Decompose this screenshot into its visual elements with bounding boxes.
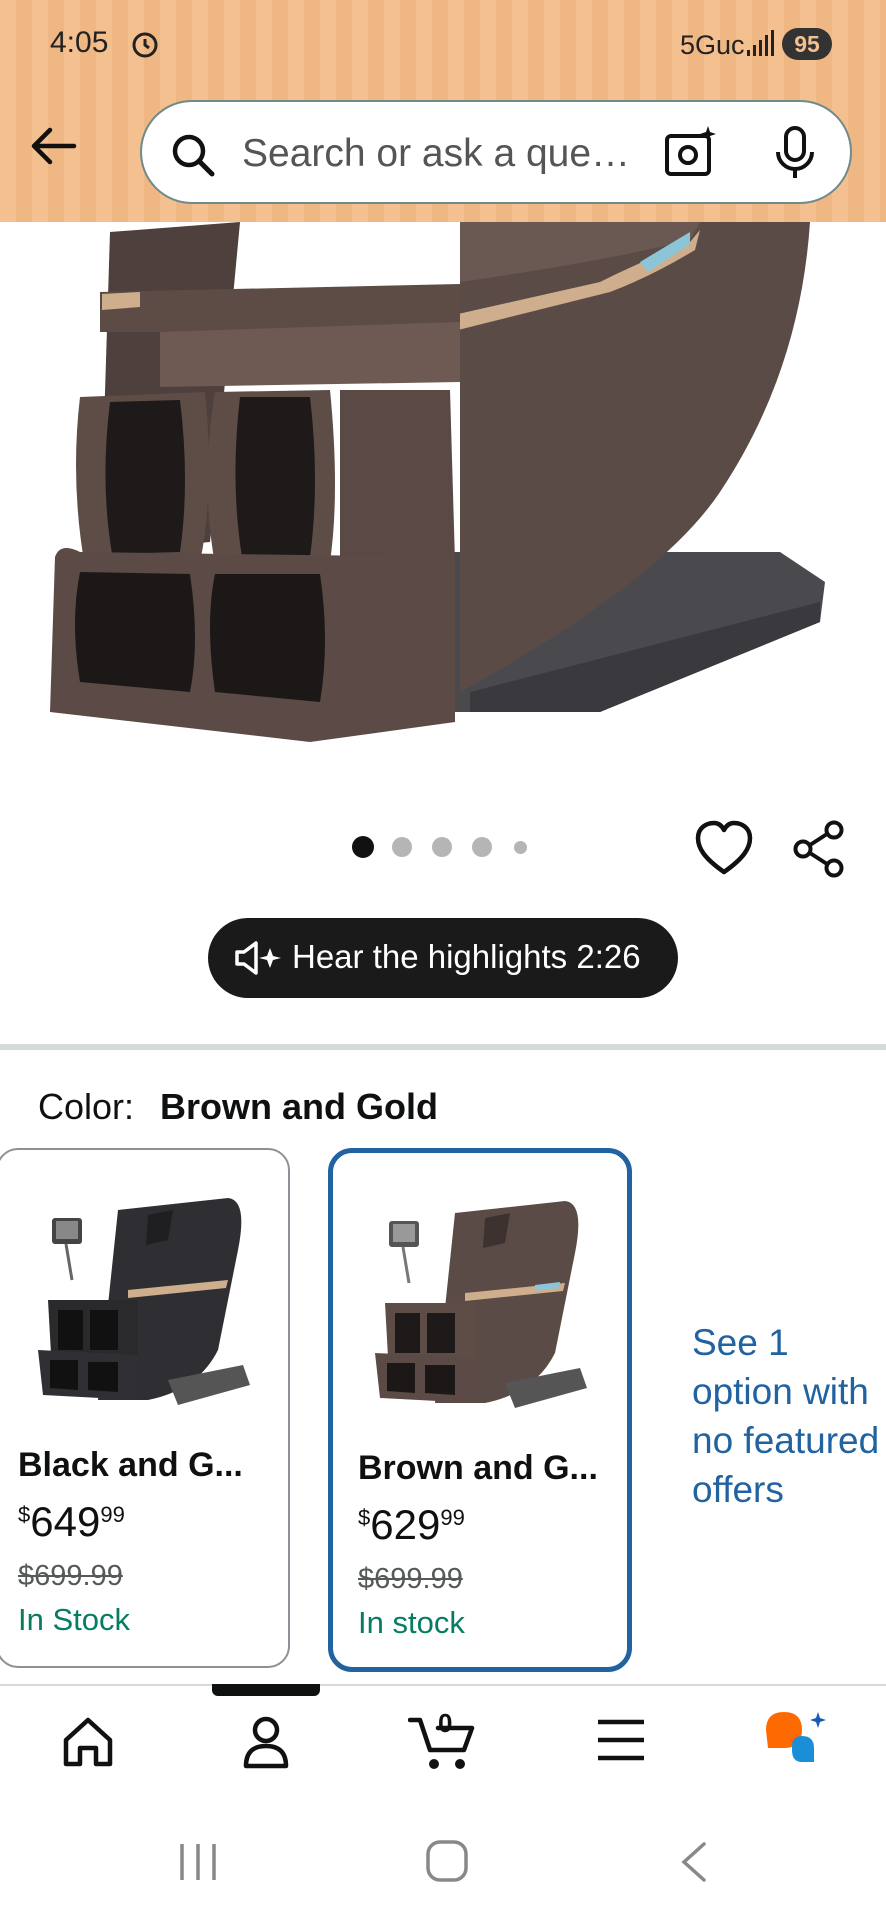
option-price: $62999 — [358, 1501, 465, 1549]
stock-status: In Stock — [18, 1602, 130, 1637]
signal-icon — [747, 30, 774, 56]
back-arrow-icon[interactable] — [26, 118, 82, 174]
cart-count: 0 — [438, 1708, 453, 1738]
gallery-dot[interactable] — [514, 841, 527, 854]
price-dollars: 649 — [30, 1498, 101, 1545]
system-back-icon[interactable] — [676, 1840, 712, 1884]
gallery-dot[interactable] — [392, 837, 412, 857]
recent-apps-icon[interactable] — [176, 1840, 220, 1884]
see-more-options-link[interactable]: See 1 option with no featured offers — [692, 1318, 886, 1514]
currency-symbol: $ — [358, 1505, 371, 1530]
microphone-icon[interactable] — [772, 124, 818, 184]
search-icon — [172, 134, 215, 177]
option-name: Brown and G... — [358, 1449, 598, 1487]
bottom-nav — [0, 1684, 886, 1806]
search-bar[interactable]: Search or ask a que… — [140, 100, 852, 204]
hear-highlights-button[interactable]: Hear the highlights 2:26 — [208, 918, 678, 998]
home-icon[interactable] — [60, 1714, 116, 1770]
product-image[interactable] — [0, 222, 886, 782]
system-nav-bar — [0, 1806, 886, 1920]
sync-icon — [132, 32, 158, 58]
color-label: Color: — [38, 1086, 135, 1127]
option-thumbnail — [38, 1198, 250, 1405]
price-cents: 99 — [440, 1505, 465, 1530]
selected-color: Brown and Gold — [160, 1086, 438, 1127]
home-button-icon[interactable] — [424, 1838, 470, 1884]
rufus-icon[interactable] — [762, 1708, 832, 1768]
gallery-dot-active[interactable] — [352, 836, 374, 858]
nav-active-indicator — [212, 1684, 320, 1696]
option-price: $64999 — [18, 1498, 125, 1546]
color-option-black[interactable]: Black and G... $64999 $699.99 In Stock — [0, 1148, 290, 1668]
section-divider — [0, 1044, 886, 1050]
battery-badge: 95 — [782, 28, 832, 60]
share-icon[interactable] — [792, 820, 848, 878]
currency-symbol: $ — [18, 1502, 31, 1527]
price-cents: 99 — [100, 1502, 125, 1527]
network-label: 5Guc — [680, 30, 745, 60]
status-time: 4:05 — [50, 26, 109, 59]
speaker-sparkle-icon — [235, 941, 281, 975]
list-price: $699.99 — [358, 1563, 463, 1595]
option-thumbnail — [375, 1201, 587, 1408]
stock-status: In stock — [358, 1605, 465, 1640]
hear-highlights-label: Hear the highlights 2:26 — [292, 938, 641, 975]
price-dollars: 629 — [370, 1501, 441, 1548]
gallery-dot[interactable] — [432, 837, 452, 857]
option-name: Black and G... — [18, 1446, 243, 1484]
account-icon[interactable] — [238, 1714, 294, 1770]
search-input[interactable]: Search or ask a que… — [242, 132, 630, 176]
header: 4:05 5Guc 95 Search or ask a que… — [0, 0, 886, 222]
gallery-dot[interactable] — [472, 837, 492, 857]
list-price: $699.99 — [18, 1560, 123, 1592]
camera-search-icon[interactable] — [662, 124, 718, 180]
color-option-brown[interactable]: Brown and G... $62999 $699.99 In stock — [328, 1148, 632, 1672]
heart-icon[interactable] — [694, 820, 754, 876]
menu-icon[interactable] — [596, 1718, 646, 1762]
